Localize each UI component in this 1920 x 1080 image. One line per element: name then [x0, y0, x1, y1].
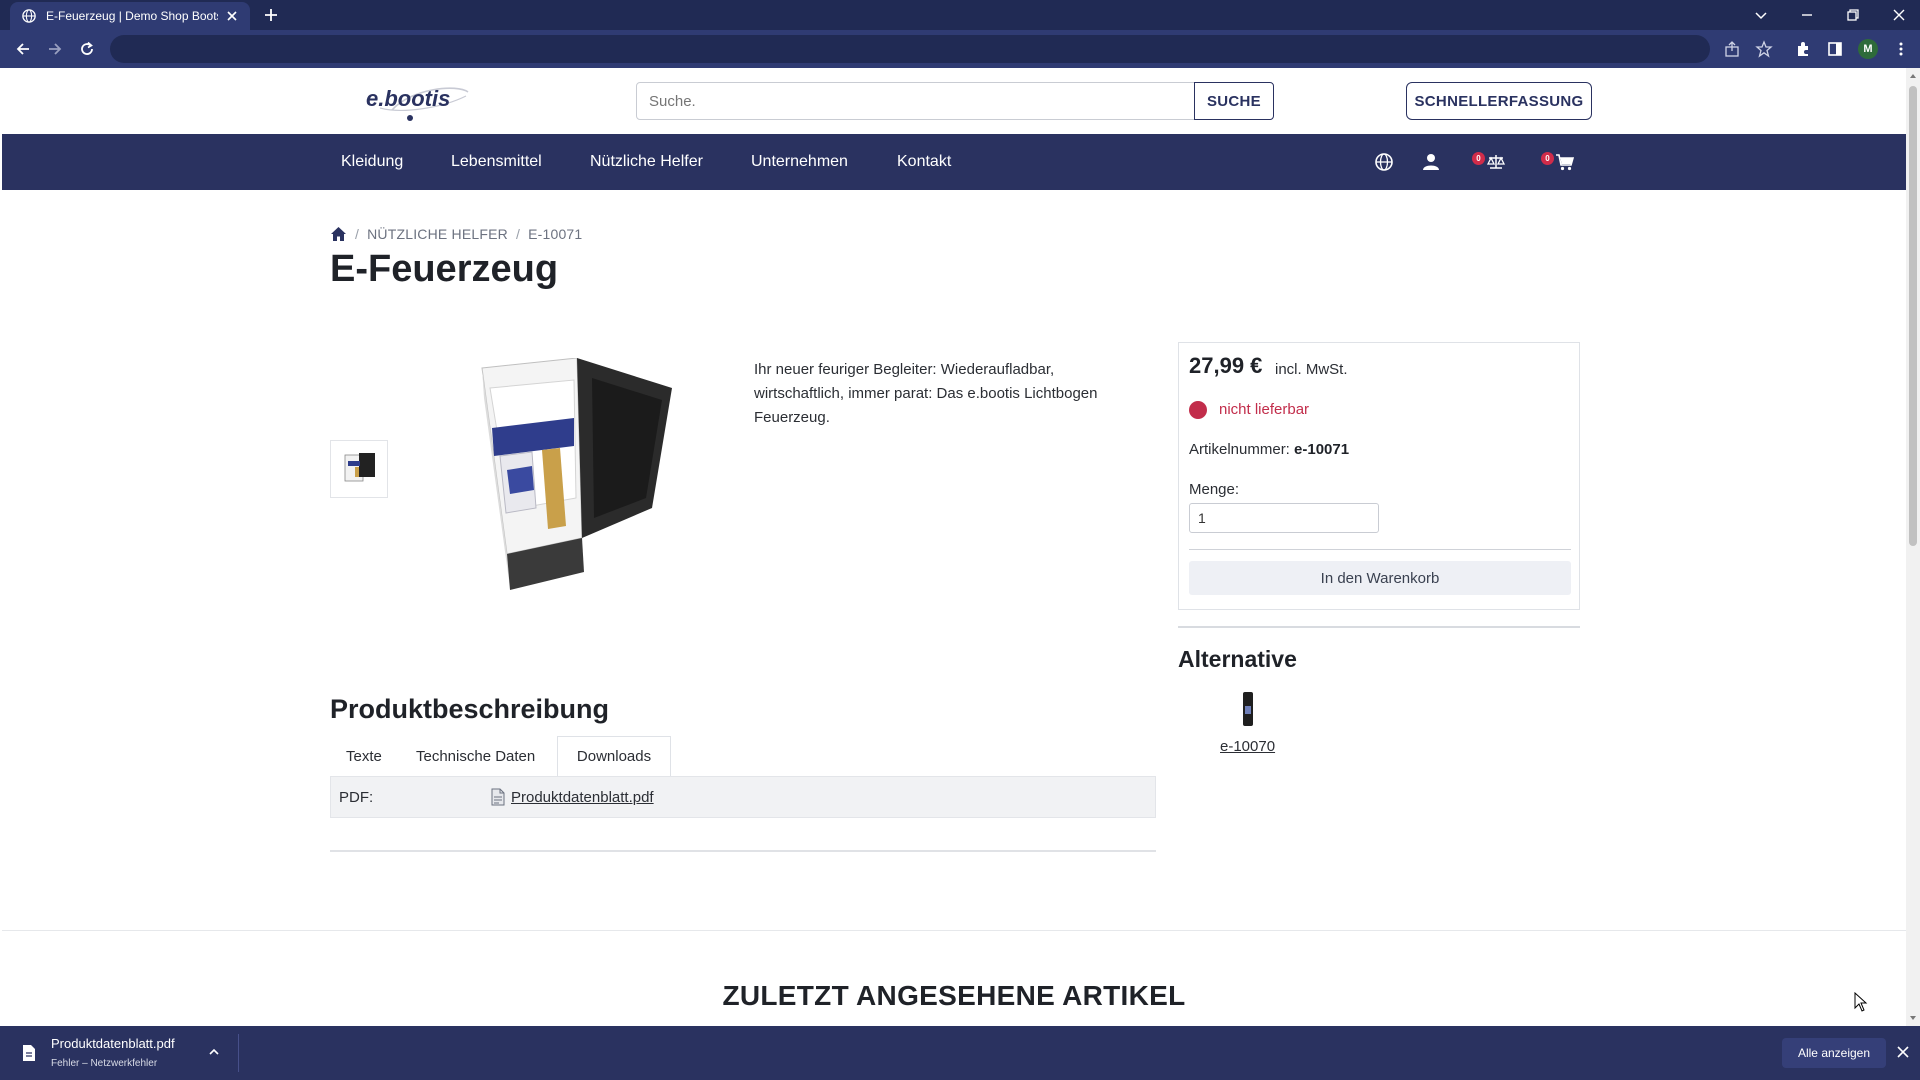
page-scrollbar[interactable] — [1906, 68, 1920, 1026]
restore-icon[interactable] — [1844, 6, 1862, 24]
availability-indicator — [1189, 401, 1207, 419]
forward-arrow-icon[interactable] — [46, 40, 64, 58]
browser-tab[interactable]: E-Feuerzeug | Demo Shop Boots — [10, 2, 250, 30]
reload-icon[interactable] — [78, 40, 96, 58]
download-file-name[interactable]: Produktdatenblatt.pdf — [51, 1036, 175, 1051]
address-bar[interactable] — [110, 35, 1710, 63]
recently-viewed-title: ZULETZT ANGESEHENE ARTIKEL — [722, 980, 1186, 1011]
breadcrumb-current: E-10071 — [528, 226, 583, 242]
compare-count-badge: 0 — [1472, 152, 1485, 165]
product-image[interactable] — [462, 358, 682, 598]
divider — [330, 850, 1156, 852]
web-page: e.bootis SUCHE SCHNELLERFASSUNG Kleidung… — [2, 68, 1906, 1026]
language-globe-icon[interactable] — [1374, 152, 1394, 172]
search-button[interactable]: SUCHE — [1194, 82, 1274, 120]
nav-item-lebensmittel[interactable]: Lebensmittel — [451, 134, 542, 190]
cart-count-badge: 0 — [1541, 152, 1554, 165]
availability-text: nicht lieferbar — [1219, 401, 1310, 418]
main-navigation: Kleidung Lebensmittel Nützliche Helfer U… — [2, 134, 1906, 190]
shopping-cart-icon[interactable] — [1555, 152, 1575, 172]
scroll-up-arrow-icon[interactable] — [1909, 72, 1917, 80]
share-icon[interactable] — [1723, 40, 1741, 58]
price-tax-note: incl. MwSt. — [1275, 361, 1348, 378]
product-thumbnail[interactable] — [330, 440, 388, 498]
download-shelf: Produktdatenblatt.pdf Fehler – Netzwerkf… — [0, 1026, 1920, 1080]
site-logo[interactable]: e.bootis — [362, 78, 472, 124]
quantity-input[interactable] — [1189, 503, 1379, 533]
minimize-icon[interactable] — [1798, 6, 1816, 24]
nav-item-nuetzliche-helfer[interactable]: Nützliche Helfer — [590, 134, 703, 190]
site-header: e.bootis SUCHE SCHNELLERFASSUNG — [2, 68, 1906, 134]
nav-item-kontakt[interactable]: Kontakt — [897, 134, 951, 190]
globe-icon — [22, 9, 36, 23]
compare-scale-icon[interactable] — [1486, 152, 1506, 172]
mouse-cursor-icon — [1854, 992, 1868, 1012]
alternative-title: Alternative — [1178, 646, 1297, 672]
star-icon[interactable] — [1755, 40, 1773, 58]
download-row: PDF: Produktdatenblatt.pdf — [330, 776, 1156, 818]
divider — [1189, 549, 1571, 550]
product-short-description: Ihr neuer feuriger Begleiter: Wiederaufl… — [754, 361, 1098, 426]
svg-text:e.bootis: e.bootis — [366, 86, 450, 111]
alternative-product-image[interactable] — [1238, 690, 1258, 728]
tab-technische-daten[interactable]: Technische Daten — [416, 736, 535, 776]
scroll-down-arrow-icon[interactable] — [1909, 1014, 1917, 1022]
back-arrow-icon[interactable] — [14, 40, 32, 58]
breadcrumb: / NÜTZLICHE HELFER / E-10071 — [330, 224, 582, 244]
close-icon[interactable] — [1896, 1045, 1910, 1059]
nav-item-kleidung[interactable]: Kleidung — [341, 134, 403, 190]
tab-title: E-Feuerzeug | Demo Shop Boots — [46, 9, 218, 23]
divider — [238, 1034, 239, 1072]
more-vertical-icon[interactable] — [1892, 40, 1910, 58]
tab-downloads[interactable]: Downloads — [557, 736, 671, 776]
home-icon[interactable] — [330, 226, 347, 242]
article-number: Artikelnummer: e-10071 — [1189, 441, 1349, 458]
chevron-up-icon[interactable] — [206, 1044, 222, 1060]
user-account-icon[interactable] — [1421, 152, 1441, 172]
divider — [2, 930, 1906, 931]
article-number-label: Artikelnummer: — [1189, 441, 1290, 458]
side-panel-icon[interactable] — [1826, 40, 1844, 58]
profile-avatar[interactable]: M — [1858, 39, 1878, 59]
plus-icon[interactable] — [262, 6, 280, 24]
tab-texte[interactable]: Texte — [346, 736, 382, 776]
download-status: Fehler – Netzwerkfehler — [51, 1058, 158, 1069]
nav-item-unternehmen[interactable]: Unternehmen — [751, 134, 848, 190]
product-title: E-Feuerzeug — [330, 248, 559, 290]
scroll-thumb[interactable] — [1909, 86, 1917, 546]
divider — [1178, 626, 1580, 628]
buy-box: 27,99 € incl. MwSt. nicht lieferbar Arti… — [1178, 342, 1580, 610]
chevron-down-icon[interactable] — [1752, 6, 1770, 24]
quantity-label: Menge: — [1189, 481, 1240, 498]
product-price: 27,99 € — [1189, 353, 1263, 378]
quick-entry-button[interactable]: SCHNELLERFASSUNG — [1406, 82, 1592, 120]
alternative-product-link[interactable]: e-10070 — [1220, 738, 1275, 755]
download-type-label: PDF: — [339, 789, 374, 806]
close-icon[interactable] — [224, 8, 240, 24]
search-input[interactable] — [636, 82, 1196, 120]
add-to-cart-button[interactable]: In den Warenkorb — [1189, 561, 1571, 595]
browser-tab-bar: E-Feuerzeug | Demo Shop Boots — [0, 0, 1920, 30]
product-description-title: Produktbeschreibung — [330, 694, 610, 724]
download-file-link[interactable]: Produktdatenblatt.pdf — [511, 789, 654, 806]
extensions-icon[interactable] — [1794, 40, 1812, 58]
window-close-icon[interactable] — [1890, 6, 1908, 24]
file-icon — [23, 1045, 35, 1061]
breadcrumb-category[interactable]: NÜTZLICHE HELFER — [367, 226, 508, 242]
article-number-value: e-10071 — [1294, 441, 1350, 458]
show-all-downloads-button[interactable]: Alle anzeigen — [1782, 1038, 1886, 1068]
file-pdf-icon — [491, 788, 505, 806]
browser-toolbar: M — [0, 30, 1920, 68]
